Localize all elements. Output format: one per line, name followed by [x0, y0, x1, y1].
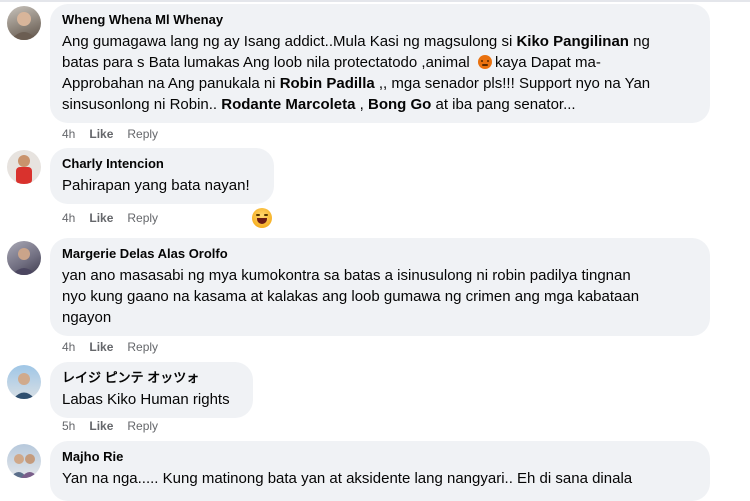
- profile-photo-icon: [16, 155, 32, 184]
- comment-text: Ang gumagawa lang ng ay Isang addict..Mu…: [62, 31, 698, 115]
- comment-text-segment: Approbahan na Ang panukala ni: [62, 75, 280, 92]
- comment-text: Yan na nga..... Kung matinong bata yan a…: [62, 470, 633, 487]
- mention-bong-go[interactable]: Bong Go: [368, 96, 431, 113]
- mention-kiko-pangilinan[interactable]: Kiko Pangilinan: [516, 33, 629, 50]
- commenter-name[interactable]: Charly Intencion: [62, 155, 262, 172]
- timestamp[interactable]: 4h: [62, 127, 75, 141]
- avatar[interactable]: [7, 150, 41, 184]
- angry-emoji-icon: [477, 55, 492, 69]
- commenter-name[interactable]: Margerie Delas Alas Orolfo: [62, 245, 698, 262]
- profile-photo-icon: [13, 373, 35, 399]
- comment-bubble: レイジ ピンテ オッツォ Labas Kiko Human rights: [50, 362, 253, 418]
- profile-photo-icon: [10, 454, 38, 478]
- comment-text-segment: ng: [628, 33, 650, 50]
- comment-text-line: nyo kung gaano na kasama at kalakas ang …: [62, 288, 640, 305]
- reply-button[interactable]: Reply: [127, 340, 158, 354]
- comment-bubble: Majho Rie Yan na nga..... Kung matinong …: [50, 441, 710, 501]
- like-button[interactable]: Like: [89, 340, 113, 354]
- comment-text-segment: ,, mga senador pls!!! Support nyo na Yan: [374, 75, 651, 92]
- comment-bubble: Margerie Delas Alas Orolfo yan ano masas…: [50, 238, 710, 336]
- comment-text-segment: Ang gumagawa lang ng ay Isang addict..Mu…: [62, 33, 517, 50]
- commenter-name[interactable]: レイジ ピンテ オッツォ: [62, 369, 241, 386]
- top-divider: [0, 0, 750, 2]
- timestamp[interactable]: 5h: [62, 419, 75, 433]
- comment-text-segment: ,: [355, 96, 368, 113]
- mention-rodante-marcoleta[interactable]: Rodante Marcoleta: [221, 96, 355, 113]
- comment-text: yan ano masasabi ng mya kumokontra sa ba…: [62, 265, 698, 328]
- comment-actions: 4h Like Reply: [62, 211, 172, 225]
- comment-text-line: yan ano masasabi ng mya kumokontra sa ba…: [62, 267, 631, 284]
- comment-text-segment: at iba pang senator...: [431, 96, 576, 113]
- mention-robin-padilla[interactable]: Robin Padilla: [280, 75, 375, 92]
- comment-actions: 5h Like Reply: [62, 419, 172, 433]
- commenter-name[interactable]: Majho Rie: [62, 448, 698, 465]
- comment-text-segment: kaya Dapat ma-: [494, 54, 601, 71]
- comment-actions: 4h Like Reply: [62, 340, 172, 354]
- comment-text-line: ngayon: [62, 309, 112, 326]
- timestamp[interactable]: 4h: [62, 211, 75, 225]
- comment-bubble: Wheng Whena Ml Whenay Ang gumagawa lang …: [50, 4, 710, 123]
- comment-text: Labas Kiko Human rights: [62, 391, 230, 408]
- comment-actions: 4h Like Reply: [62, 127, 172, 141]
- profile-photo-icon: [12, 248, 36, 275]
- profile-photo-icon: [11, 12, 37, 40]
- avatar[interactable]: [7, 444, 41, 478]
- reply-button[interactable]: Reply: [127, 127, 158, 141]
- reply-button[interactable]: Reply: [127, 211, 158, 225]
- comment-bubble: Charly Intencion Pahirapan yang bata nay…: [50, 148, 274, 204]
- timestamp[interactable]: 4h: [62, 340, 75, 354]
- comment-text-segment: sinsusonlong ni Robin..: [62, 96, 222, 113]
- avatar[interactable]: [7, 365, 41, 399]
- like-button[interactable]: Like: [89, 127, 113, 141]
- avatar[interactable]: [7, 6, 41, 40]
- like-button[interactable]: Like: [89, 419, 113, 433]
- avatar[interactable]: [7, 241, 41, 275]
- reply-button[interactable]: Reply: [127, 419, 158, 433]
- comment-text: Pahirapan yang bata nayan!: [62, 177, 250, 194]
- like-button[interactable]: Like: [89, 211, 113, 225]
- comment-text-segment: batas para s Bata lumakas Ang loob nila …: [62, 54, 470, 71]
- haha-reaction-icon[interactable]: [252, 208, 272, 228]
- commenter-name[interactable]: Wheng Whena Ml Whenay: [62, 11, 698, 28]
